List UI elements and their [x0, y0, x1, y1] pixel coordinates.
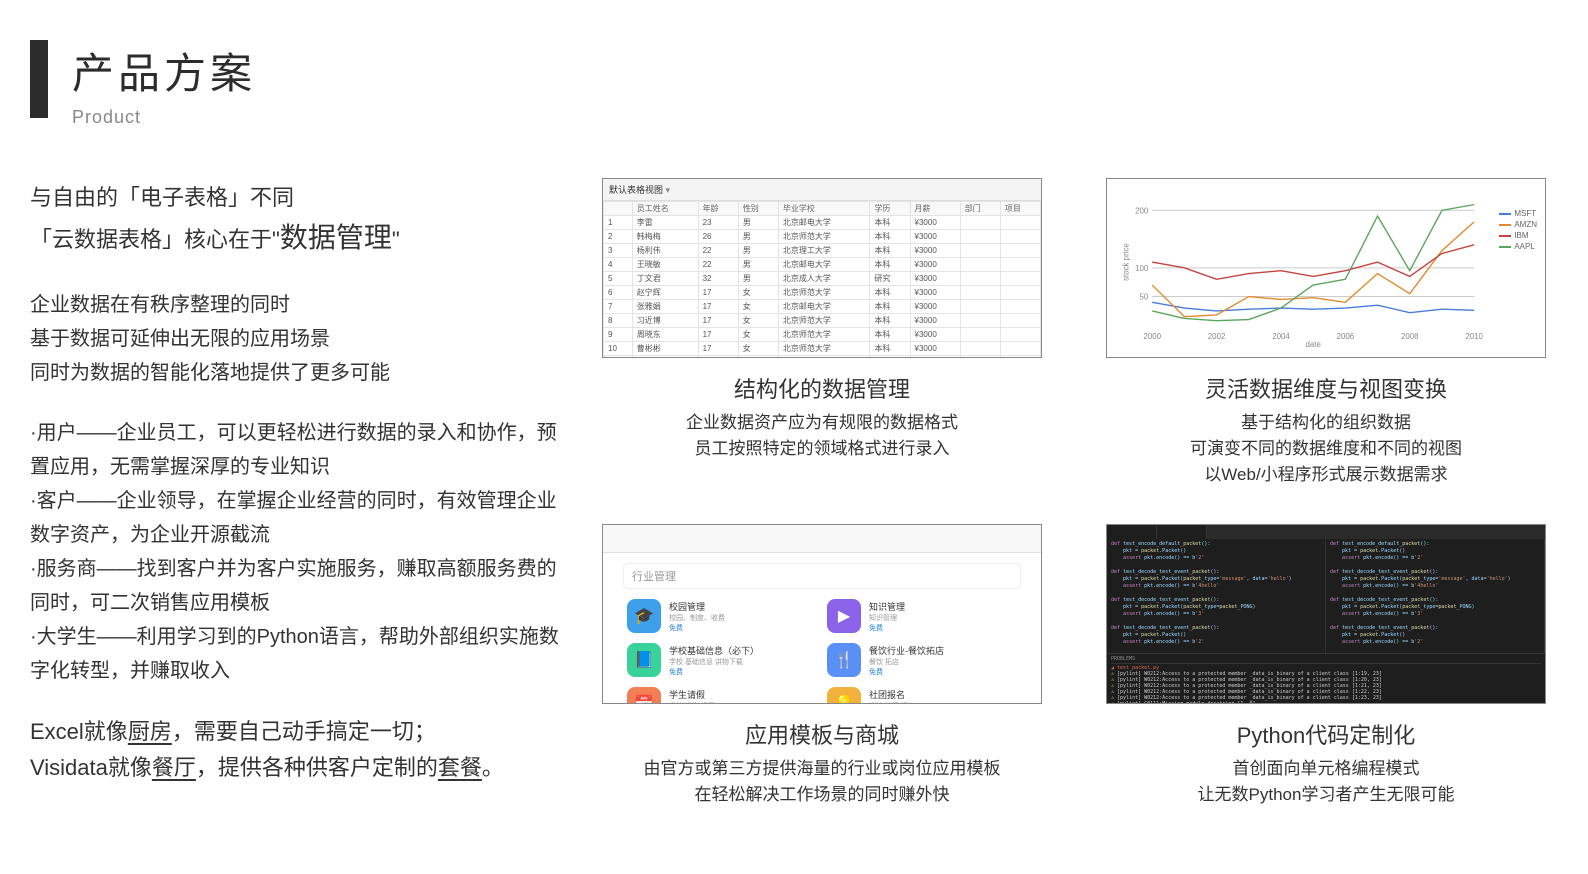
card-desc: 首创面向单元格编程模式 让无数Python学习者产生无限可能	[1198, 756, 1455, 808]
analogy-paragraph: Excel就像厨房，需要自己动手搞定一切； Visidata就像餐厅，提供各种供…	[30, 714, 570, 786]
card-python-custom: def test_encode_default_packet(): pkt = …	[1094, 524, 1558, 808]
template-item: 💡 社团报名 学校 社团 报名 免费	[827, 687, 1017, 704]
table-view-selector: 默认表格视图 ▾	[603, 179, 1041, 201]
title-block: 产品方案 Product	[72, 40, 256, 128]
intro-paragraph-2: 企业数据在有秩序整理的同时 基于数据可延伸出无限的应用场景 同时为数据的智能化落…	[30, 288, 570, 390]
svg-text:2000: 2000	[1143, 332, 1161, 341]
line-chart: 50 100 200 2000 2002 2004 2006 2008 2010 date stoc…	[1117, 189, 1535, 347]
card-title: 灵活数据维度与视图变换	[1205, 372, 1447, 404]
editor-tab	[1157, 525, 1207, 539]
card-title: 结构化的数据管理	[734, 372, 910, 404]
card-desc: 基于结构化的组织数据 可演变不同的数据维度和不同的视图 以Web/小程序形式展示…	[1190, 410, 1462, 488]
template-icon: 🍴	[827, 643, 861, 677]
template-icon: 💡	[827, 687, 861, 704]
code-editor: def test_encode_default_packet(): pkt = …	[1107, 525, 1545, 703]
template-item: 🎓 校园管理 校园、制度、收费 免费	[627, 599, 817, 633]
title-accent-bar	[30, 40, 48, 118]
title-zh: 产品方案	[72, 40, 256, 101]
problems-panel: PROBLEMS◢ test_packet.py[pylint] W0212:A…	[1107, 653, 1545, 703]
svg-text:200: 200	[1135, 206, 1149, 215]
card-preview-code: def test_encode_default_packet(): pkt = …	[1106, 524, 1546, 704]
p1-line1: 与自由的「电子表格」不同	[30, 178, 570, 218]
role-user: ·用户——企业员工，可以更轻松进行数据的录入和协作，预置应用，无需掌握深厚的专业…	[30, 416, 570, 484]
title-en: Product	[72, 107, 256, 128]
p1-line2: 「云数据表格」核心在于"数据管理"	[30, 218, 570, 260]
svg-text:date: date	[1305, 340, 1321, 347]
left-column: 与自由的「电子表格」不同 「云数据表格」核心在于"数据管理" 企业数据在有秩序整…	[30, 178, 590, 808]
role-customer: ·客户——企业领导，在掌握企业经营的同时，有效管理企业数字资产，为企业开源截流	[30, 484, 570, 552]
editor-tab	[1107, 525, 1157, 539]
card-template-store: 行业管理 🎓 校园管理 校园、制度、收费 免费 ▶ 知识管理 知识管理 免费 📘…	[590, 524, 1054, 808]
chevron-down-icon: ▾	[666, 185, 671, 195]
svg-text:2010: 2010	[1465, 332, 1483, 341]
chart-legend: MSFTAMZNIBMAAPL	[1499, 209, 1537, 253]
card-title: 应用模板与商城	[745, 718, 899, 750]
emphasis-data-mgmt: 数据管理	[280, 222, 392, 253]
template-topbar	[603, 525, 1041, 553]
analogy-excel: Excel就像厨房，需要自己动手搞定一切；	[30, 714, 570, 750]
intro-paragraph-1: 与自由的「电子表格」不同 「云数据表格」核心在于"数据管理"	[30, 178, 570, 260]
svg-text:2006: 2006	[1337, 332, 1355, 341]
data-table: 员工姓名年龄性别毕业学校学历月薪部门项目1李雷23男北京邮电大学本科¥30002…	[603, 201, 1041, 358]
svg-text:50: 50	[1139, 293, 1148, 302]
cards-grid: 默认表格视图 ▾ 员工姓名年龄性别毕业学校学历月薪部门项目1李雷23男北京邮电大…	[590, 178, 1558, 808]
code-pane-left: def test_encode_default_packet(): pkt = …	[1107, 539, 1325, 648]
svg-text:2002: 2002	[1208, 332, 1226, 341]
template-item: 🍴 餐饮行业-餐饮拓店 餐饮 拓店 免费	[827, 643, 1017, 677]
template-item: 📅 学生请假 学校 学生 请假 免费	[627, 687, 817, 704]
card-desc: 企业数据资产应为有规限的数据格式 员工按照特定的领域格式进行录入	[686, 410, 958, 462]
svg-text:stock price: stock price	[1122, 243, 1131, 281]
page-header: 产品方案 Product	[30, 40, 1558, 128]
card-preview-table: 默认表格视图 ▾ 员工姓名年龄性别毕业学校学历月薪部门项目1李雷23男北京邮电大…	[602, 178, 1042, 358]
card-desc: 由官方或第三方提供海量的行业或岗位应用模板 在轻松解决工作场景的同时赚外快	[644, 756, 1001, 808]
role-provider: ·服务商——找到客户并为客户实施服务，赚取高额服务费的同时，可二次销售应用模板	[30, 552, 570, 620]
card-preview-chart: 50 100 200 2000 2002 2004 2006 2008 2010 date stoc…	[1106, 178, 1546, 358]
template-search: 行业管理	[623, 563, 1021, 589]
code-pane-right: def test_encode_default_packet(): pkt = …	[1326, 539, 1544, 648]
editor-tabs	[1107, 525, 1545, 539]
template-icon: ▶	[827, 599, 861, 633]
card-structured-data: 默认表格视图 ▾ 员工姓名年龄性别毕业学校学历月薪部门项目1李雷23男北京邮电大…	[590, 178, 1054, 488]
card-title: Python代码定制化	[1237, 718, 1416, 750]
roles-paragraph: ·用户——企业员工，可以更轻松进行数据的录入和协作，预置应用，无需掌握深厚的专业…	[30, 416, 570, 688]
template-grid: 🎓 校园管理 校园、制度、收费 免费 ▶ 知识管理 知识管理 免费 📘 学校基础…	[603, 593, 1041, 704]
template-item: ▶ 知识管理 知识管理 免费	[827, 599, 1017, 633]
analogy-visidata: Visidata就像餐厅，提供各种供客户定制的套餐。	[30, 750, 570, 786]
card-flexible-views: 50 100 200 2000 2002 2004 2006 2008 2010 date stoc…	[1094, 178, 1558, 488]
card-preview-templates: 行业管理 🎓 校园管理 校园、制度、收费 免费 ▶ 知识管理 知识管理 免费 📘…	[602, 524, 1042, 704]
template-icon: 📅	[627, 687, 661, 704]
role-student: ·大学生——利用学习到的Python语言，帮助外部组织实施数字化转型，并赚取收入	[30, 620, 570, 688]
svg-text:2004: 2004	[1272, 332, 1290, 341]
svg-text:100: 100	[1135, 264, 1149, 273]
template-item: 📘 学校基础信息（必下） 学校 基础信息 讲物下载 免费	[627, 643, 817, 677]
template-icon: 🎓	[627, 599, 661, 633]
content-area: 与自由的「电子表格」不同 「云数据表格」核心在于"数据管理" 企业数据在有秩序整…	[30, 178, 1558, 808]
svg-text:2008: 2008	[1401, 332, 1419, 341]
template-icon: 📘	[627, 643, 661, 677]
